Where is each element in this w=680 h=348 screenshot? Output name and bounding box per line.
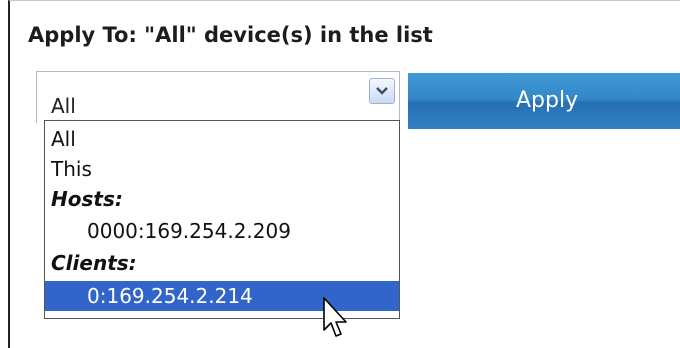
apply-button[interactable]: Apply — [408, 73, 680, 129]
dropdown-option-this[interactable]: This — [45, 155, 399, 183]
option-label: All — [51, 127, 76, 151]
dropdown-option-host[interactable]: 0000:169.254.2.209 — [45, 217, 399, 245]
apply-to-dropdown-list: All This Hosts: 0000:169.254.2.209 Clien… — [44, 120, 400, 319]
mouse-pointer-icon — [323, 297, 347, 337]
group-label: Hosts: — [51, 187, 123, 211]
apply-to-heading: Apply To: "All" device(s) in the list — [28, 23, 433, 47]
option-label: 0:169.254.2.214 — [87, 284, 253, 308]
dropdown-option-all[interactable]: All — [45, 125, 399, 153]
dropdown-group-hosts: Hosts: — [45, 185, 399, 213]
dropdown-group-clients: Clients: — [45, 249, 399, 277]
apply-button-label: Apply — [516, 88, 579, 113]
apply-to-select-value: All — [51, 94, 76, 118]
option-label: 0000:169.254.2.209 — [87, 219, 291, 243]
apply-to-select[interactable]: All — [36, 71, 400, 123]
chevron-down-icon[interactable] — [369, 78, 395, 104]
option-label: This — [51, 157, 92, 181]
group-label: Clients: — [51, 251, 137, 275]
